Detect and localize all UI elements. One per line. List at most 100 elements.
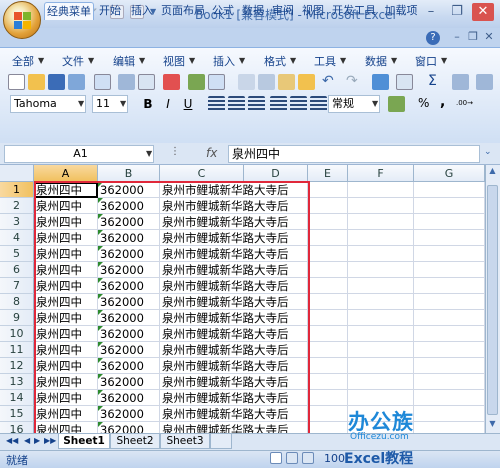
empty-cell[interactable] [308, 214, 348, 230]
copy-icon[interactable] [258, 74, 275, 90]
minimize-button[interactable]: – [420, 3, 442, 21]
row-header[interactable]: 8 [0, 294, 34, 310]
menu-data[interactable]: 数据 [365, 53, 387, 69]
row-header[interactable]: 1 [0, 182, 34, 198]
tab-addins[interactable]: 加载项 [381, 2, 421, 20]
name-box-dropdown-icon[interactable]: ▼ [146, 149, 152, 158]
empty-cell[interactable] [414, 230, 485, 246]
font-name-dropdown-icon[interactable]: ▼ [78, 99, 84, 108]
empty-cell[interactable] [348, 278, 414, 294]
empty-cell[interactable] [308, 246, 348, 262]
empty-cell[interactable] [308, 326, 348, 342]
chart-icon[interactable] [396, 74, 413, 90]
row-header[interactable]: 6 [0, 262, 34, 278]
sheet-tab-3[interactable]: Sheet3 [160, 434, 210, 449]
empty-cell[interactable] [348, 182, 414, 198]
empty-cell[interactable] [308, 310, 348, 326]
vertical-scroll-thumb[interactable] [487, 185, 498, 415]
menu-format[interactable]: 格式 [264, 53, 286, 69]
comma-button[interactable]: , [440, 94, 445, 110]
empty-cell[interactable] [308, 182, 348, 198]
row-header[interactable]: 4 [0, 230, 34, 246]
row-header[interactable]: 11 [0, 342, 34, 358]
tab-view[interactable]: 视图 [299, 2, 327, 20]
number-format-dropdown-icon[interactable]: ▼ [372, 99, 378, 108]
font-size-dropdown-icon[interactable]: ▼ [120, 99, 126, 108]
tab-data[interactable]: 数据 [239, 2, 267, 20]
page-layout-view-icon[interactable] [286, 452, 298, 464]
permission-icon[interactable] [68, 74, 85, 90]
scroll-up-icon[interactable]: ▲ [486, 166, 499, 179]
empty-cell[interactable] [308, 422, 348, 433]
row-header[interactable]: 7 [0, 278, 34, 294]
empty-cell[interactable] [308, 390, 348, 406]
menu-insert[interactable]: 插入 [213, 53, 235, 69]
empty-cell[interactable] [414, 294, 485, 310]
email-icon[interactable] [94, 74, 111, 90]
row-header[interactable]: 2 [0, 198, 34, 214]
menu-file[interactable]: 文件 [62, 53, 84, 69]
scroll-down-icon[interactable]: ▼ [486, 419, 499, 432]
empty-cell[interactable] [308, 406, 348, 422]
sheet-tab-2[interactable]: Sheet2 [110, 434, 160, 449]
row-header[interactable]: 3 [0, 214, 34, 230]
empty-cell[interactable] [414, 358, 485, 374]
paste-icon[interactable] [278, 74, 295, 90]
formula-input[interactable]: 泉州四中 [228, 145, 480, 163]
column-header-d[interactable]: D [244, 165, 308, 182]
empty-cell[interactable] [414, 342, 485, 358]
empty-cell[interactable] [414, 422, 485, 433]
cut-icon[interactable] [238, 74, 255, 90]
empty-cell[interactable] [414, 374, 485, 390]
tab-page-layout[interactable]: 页面布局 [158, 2, 208, 20]
menu-window[interactable]: 窗口 [415, 53, 437, 69]
tab-insert[interactable]: 插入 [127, 2, 157, 20]
empty-cell[interactable] [348, 262, 414, 278]
empty-cell[interactable] [414, 182, 485, 198]
office-button[interactable] [3, 1, 41, 39]
redo-icon-toolbar[interactable]: ↷ [346, 73, 358, 89]
hyperlink-icon[interactable] [372, 74, 389, 90]
insert-sheet-icon[interactable] [210, 434, 232, 449]
empty-cell[interactable] [348, 246, 414, 262]
align-right-icon[interactable] [248, 96, 265, 112]
undo-icon-toolbar[interactable]: ↶ [322, 73, 334, 89]
indent-icon[interactable] [310, 96, 327, 112]
empty-cell[interactable] [348, 374, 414, 390]
row-header[interactable]: 12 [0, 358, 34, 374]
row-header[interactable]: 13 [0, 374, 34, 390]
empty-cell[interactable] [414, 326, 485, 342]
research-icon[interactable] [208, 74, 225, 90]
next-sheet-icon[interactable]: ▶ [34, 436, 40, 445]
menu-edit[interactable]: 编辑 [113, 53, 135, 69]
empty-cell[interactable] [348, 310, 414, 326]
ribbon-close-button[interactable]: ✕ [478, 28, 500, 46]
empty-cell[interactable] [348, 390, 414, 406]
align-left-icon[interactable] [208, 96, 225, 112]
font-name-field[interactable]: Tahoma [10, 95, 86, 113]
row-header[interactable]: 5 [0, 246, 34, 262]
row-header[interactable]: 16 [0, 422, 34, 433]
menu-view[interactable]: 视图 [163, 53, 185, 69]
column-header-c[interactable]: C [160, 165, 244, 182]
empty-cell[interactable] [414, 262, 485, 278]
empty-cell[interactable] [348, 326, 414, 342]
underline-button[interactable]: U [180, 96, 196, 112]
empty-cell[interactable] [308, 374, 348, 390]
wrap-text-icon[interactable] [290, 96, 307, 112]
align-center-icon[interactable] [228, 96, 245, 112]
normal-view-icon[interactable] [270, 452, 282, 464]
empty-cell[interactable] [348, 230, 414, 246]
empty-cell[interactable] [308, 294, 348, 310]
insert-function-icon[interactable]: fx [206, 146, 217, 160]
sort-descending-icon[interactable] [476, 74, 493, 90]
empty-cell[interactable] [348, 358, 414, 374]
tab-classic-menu[interactable]: 经典菜单 [44, 2, 94, 20]
tab-developer[interactable]: 开发工具 [329, 2, 379, 20]
name-box[interactable]: A1 [4, 145, 154, 163]
merge-center-icon[interactable] [270, 96, 287, 112]
empty-cell[interactable] [414, 390, 485, 406]
empty-cell[interactable] [414, 406, 485, 422]
empty-cell[interactable] [308, 358, 348, 374]
empty-cell[interactable] [414, 278, 485, 294]
